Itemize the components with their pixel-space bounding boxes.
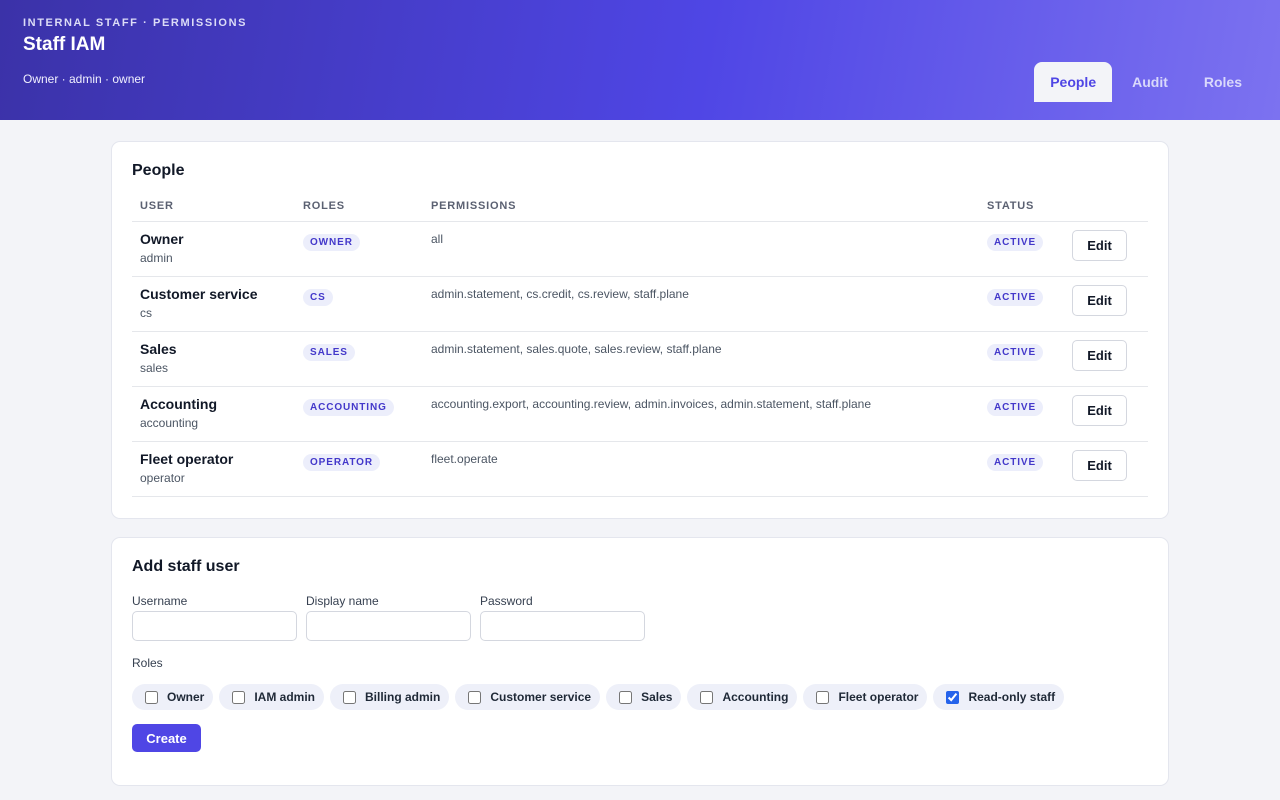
edit-button[interactable]: Edit [1072,230,1127,261]
role-option-iam-admin[interactable]: IAM admin [219,684,325,710]
role-badge: CS [303,289,333,306]
people-title: People [132,162,185,179]
role-badge: OWNER [303,234,360,251]
table-row: Fleet operator operator OPERATOR fleet.op… [132,441,1148,497]
user-handle: accounting [140,416,199,430]
edit-button[interactable]: Edit [1072,450,1127,481]
password-label: Password [480,594,533,608]
tab-people[interactable]: People [1034,62,1113,102]
role-option-billing-admin[interactable]: Billing admin [330,684,450,710]
role-checkbox-customer-service[interactable] [468,690,482,704]
table-row: Customer service cs CS admin.statement, c… [132,276,1148,332]
username-group: Username [132,594,297,641]
status-badge: ACTIVE [987,234,1044,251]
role-option-customer-service[interactable]: Customer service [455,684,601,710]
main-tabs: People Audit Roles [1034,62,1258,102]
people-card: People USER ROLES PERMISSIONS STATUS Own… [111,141,1169,519]
app-header: INTERNAL STAFF · PERMISSIONS Staff IAM O… [0,0,1280,120]
roles-label: Roles [132,656,163,670]
role-option-label: Sales [641,690,673,704]
role-option-label: Fleet operator [838,690,919,704]
role-checkbox-accounting[interactable] [700,690,714,704]
user-name: Customer service [140,286,258,302]
add-staff-user-title: Add staff user [132,558,240,575]
password-input[interactable] [480,611,645,641]
role-option-accounting[interactable]: Accounting [687,684,798,710]
table-row: Sales sales SALES admin.statement, sales.… [132,331,1148,387]
tab-audit[interactable]: Audit [1116,62,1184,102]
status-badge: ACTIVE [987,454,1044,471]
user-name: Fleet operator [140,451,234,467]
role-badge: ACCOUNTING [303,399,394,416]
role-checkbox-billing-admin[interactable] [343,690,357,704]
user-name: Owner [140,231,184,247]
table-row: Owner admin OWNER all ACTIVE Edit [132,221,1148,277]
user-handle: operator [140,471,185,485]
username-label: Username [132,594,188,608]
add-staff-user-card: Add staff user Username Display name Pas… [111,537,1169,786]
permissions-text: admin.statement, cs.credit, cs.review, s… [431,287,689,301]
role-option-label: Read-only staff [968,690,1056,704]
role-options: Owner IAM admin Billing admin Customer s… [132,684,1148,710]
password-group: Password [480,594,645,641]
display-name-input[interactable] [306,611,471,641]
role-option-label: Owner [167,690,205,704]
user-handle: sales [140,361,169,375]
role-option-read-only-staff[interactable]: Read-only staff [933,684,1065,710]
role-option-label: IAM admin [254,690,316,704]
display-name-label: Display name [306,594,379,608]
permissions-text: all [431,232,444,246]
user-name: Accounting [140,396,217,412]
role-option-label: Accounting [722,690,789,704]
edit-button[interactable]: Edit [1072,285,1127,316]
user-handle: admin [140,251,173,265]
status-badge: ACTIVE [987,399,1044,416]
display-name-group: Display name [306,594,471,641]
role-option-sales[interactable]: Sales [606,684,682,710]
role-checkbox-read-only-staff[interactable] [946,690,960,704]
role-checkbox-fleet-operator[interactable] [816,690,830,704]
table-header-row: USER ROLES PERMISSIONS STATUS [132,194,1148,222]
edit-button[interactable]: Edit [1072,395,1127,426]
tab-roles[interactable]: Roles [1188,62,1258,102]
status-badge: ACTIVE [987,344,1044,361]
role-option-label: Customer service [490,690,592,704]
role-checkbox-iam-admin[interactable] [232,690,246,704]
permissions-text: fleet.operate [431,452,498,466]
permissions-text: admin.statement, sales.quote, sales.revi… [431,342,722,356]
column-header-status: STATUS [979,194,1064,222]
role-badge: OPERATOR [303,454,380,471]
header-eyebrow: INTERNAL STAFF · PERMISSIONS [23,17,248,29]
credentials-row: Username Display name Password [132,594,1148,641]
role-badge: SALES [303,344,355,361]
permissions-text: accounting.export, accounting.review, ad… [431,397,872,411]
role-checkbox-sales[interactable] [619,690,633,704]
user-name: Sales [140,341,177,357]
column-header-actions [1064,194,1148,222]
column-header-roles: ROLES [295,194,423,222]
column-header-user: USER [132,194,295,222]
role-checkbox-owner[interactable] [145,690,158,704]
create-button[interactable]: Create [132,724,201,752]
role-option-label: Billing admin [365,690,441,704]
edit-button[interactable]: Edit [1072,340,1127,371]
role-option-owner[interactable]: Owner [132,684,214,710]
status-badge: ACTIVE [987,289,1044,306]
role-option-fleet-operator[interactable]: Fleet operator [803,684,928,710]
app-title: Staff IAM [23,34,106,55]
people-table: USER ROLES PERMISSIONS STATUS Owner admin… [132,194,1148,497]
username-input[interactable] [132,611,297,641]
table-row: Accounting accounting ACCOUNTING accounti… [132,386,1148,442]
user-handle: cs [140,306,152,320]
column-header-permissions: PERMISSIONS [423,194,979,222]
